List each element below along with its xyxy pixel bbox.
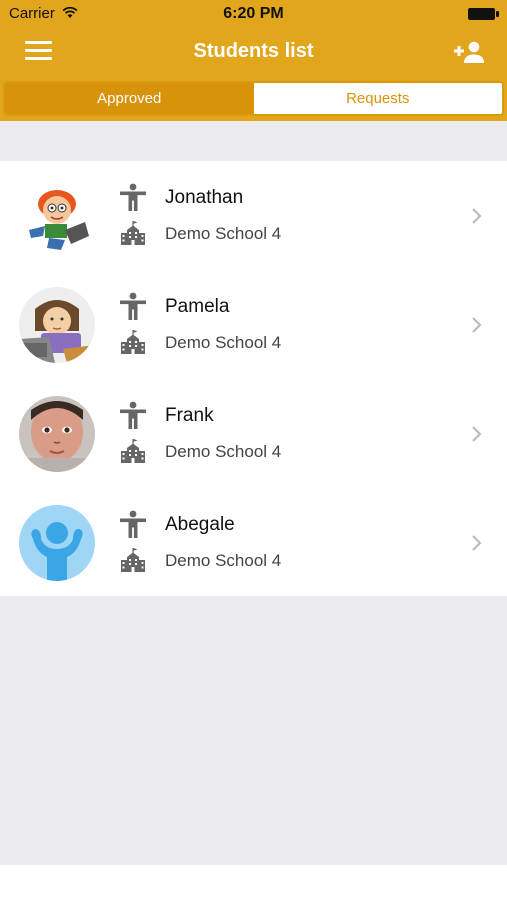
student-name: Frank <box>165 405 214 426</box>
student-icon <box>120 183 146 211</box>
add-user-icon[interactable] <box>453 40 485 64</box>
student-icon <box>120 401 146 429</box>
battery-icon <box>468 8 499 20</box>
school-icon <box>121 330 145 354</box>
status-time: 6:20 PM <box>223 5 284 22</box>
page-title: Students list <box>193 40 314 62</box>
status-bar: Carrier 6:20 PM <box>0 0 507 28</box>
list-item[interactable]: Jonathan Demo School 4 <box>0 161 507 270</box>
school-icon <box>121 221 145 245</box>
navigation-header: Carrier 6:20 PM Students list Approved R… <box>0 0 507 121</box>
chevron-right-icon <box>472 426 482 442</box>
avatar <box>19 505 95 581</box>
avatar <box>19 178 95 254</box>
student-icon <box>120 292 146 320</box>
avatar <box>19 396 95 472</box>
students-list: Jonathan Demo School 4 Pamela Demo Schoo… <box>0 161 507 596</box>
student-name: Pamela <box>165 296 230 317</box>
school-icon <box>121 548 145 572</box>
student-school: Demo School 4 <box>165 224 282 243</box>
school-icon <box>121 439 145 463</box>
student-name: Jonathan <box>165 187 244 208</box>
segmented-control: Approved Requests <box>3 81 504 116</box>
chevron-right-icon <box>472 208 482 224</box>
list-item[interactable]: Pamela Demo School 4 <box>0 270 507 379</box>
list-item[interactable]: Abegale Demo School 4 <box>0 488 507 597</box>
student-school: Demo School 4 <box>165 333 282 352</box>
chevron-right-icon <box>472 317 482 333</box>
avatar <box>19 287 95 363</box>
student-school: Demo School 4 <box>165 442 282 461</box>
student-icon <box>120 510 146 538</box>
bottom-bar <box>0 865 507 900</box>
chevron-right-icon <box>472 535 482 551</box>
tab-approved[interactable]: Approved <box>5 83 254 114</box>
student-school: Demo School 4 <box>165 551 282 570</box>
list-item[interactable]: Frank Demo School 4 <box>0 379 507 488</box>
student-name: Abegale <box>165 514 235 535</box>
tab-requests[interactable]: Requests <box>253 83 502 114</box>
